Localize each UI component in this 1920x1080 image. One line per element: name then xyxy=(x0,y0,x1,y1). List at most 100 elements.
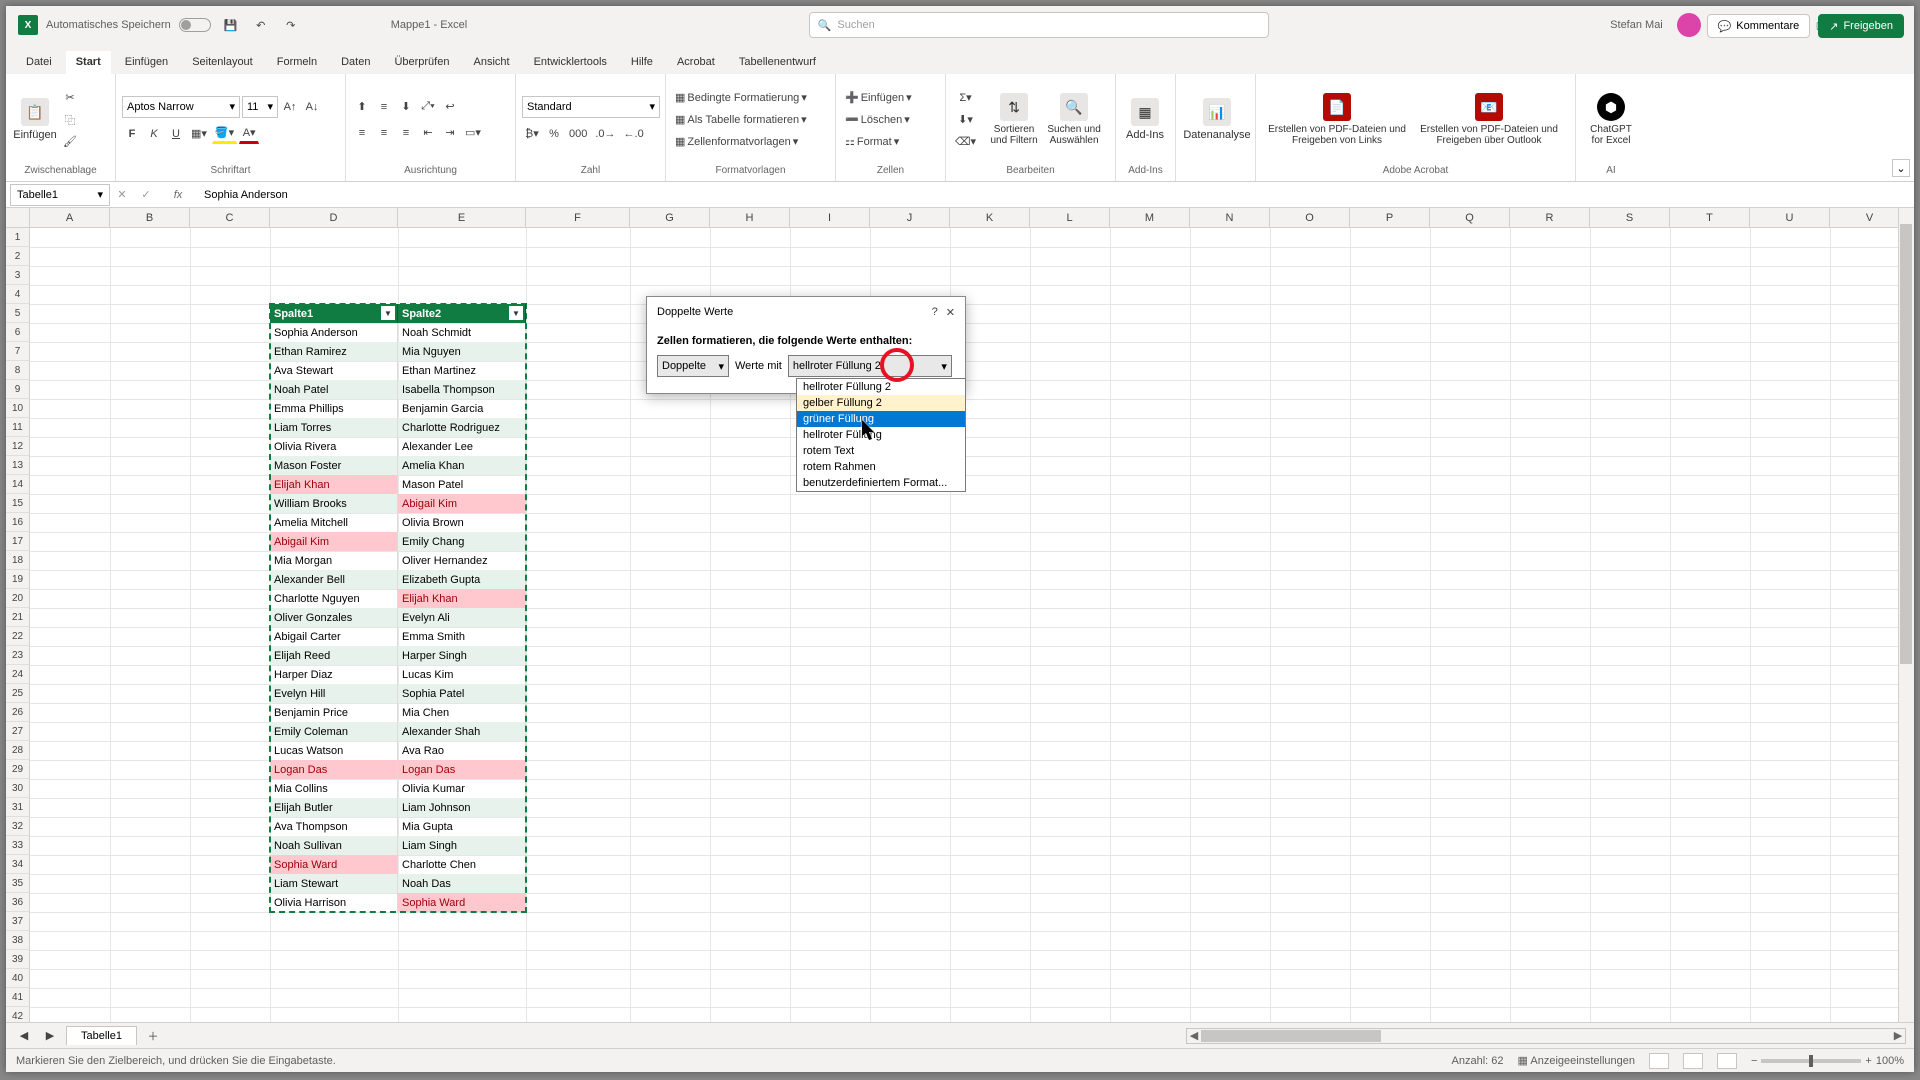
table-cell[interactable]: Noah Patel xyxy=(270,380,398,399)
align-right-icon[interactable]: ≡ xyxy=(396,123,416,143)
row-header[interactable]: 31 xyxy=(6,798,30,817)
table-cell[interactable]: Noah Sullivan xyxy=(270,836,398,855)
orientation-icon[interactable]: ⤢▾ xyxy=(418,97,438,117)
chatgpt-button[interactable]: ⬢ChatGPT for Excel xyxy=(1582,91,1640,148)
table-cell[interactable]: Evelyn Ali xyxy=(398,608,526,627)
table-cell[interactable]: Ava Thompson xyxy=(270,817,398,836)
cancel-icon[interactable]: ✕ xyxy=(110,188,134,201)
border-icon[interactable]: ▦▾ xyxy=(188,124,210,144)
percent-icon[interactable]: % xyxy=(544,124,564,144)
col-header[interactable]: I xyxy=(790,208,870,227)
format-dropdown[interactable]: hellroter Füllung 2▾ xyxy=(788,355,952,377)
insert-cells-button[interactable]: ➕ Einfügen ▾ xyxy=(842,88,942,108)
filter-icon[interactable]: ▼ xyxy=(381,306,395,320)
fill-icon[interactable]: ⬇▾ xyxy=(952,110,979,130)
collapse-ribbon-icon[interactable]: ⌄ xyxy=(1892,159,1910,177)
delete-cells-button[interactable]: ➖ Löschen ▾ xyxy=(842,110,942,130)
row-header[interactable]: 20 xyxy=(6,589,30,608)
table-cell[interactable]: Abigail Carter xyxy=(270,627,398,646)
formula-input[interactable] xyxy=(198,184,1914,206)
table-cell[interactable]: Oliver Gonzales xyxy=(270,608,398,627)
row-header[interactable]: 1 xyxy=(6,228,30,247)
table-cell[interactable]: Elijah Butler xyxy=(270,798,398,817)
search-box[interactable]: 🔍 Suchen xyxy=(809,12,1269,38)
save-icon[interactable]: 💾 xyxy=(221,15,241,35)
table-cell[interactable]: Sophia Ward xyxy=(270,855,398,874)
vertical-scrollbar[interactable] xyxy=(1898,208,1914,1022)
cut-icon[interactable]: ✂ xyxy=(60,88,80,108)
tab-tabellenentwurf[interactable]: Tabellenentwurf xyxy=(729,51,826,74)
table-cell[interactable]: Benjamin Price xyxy=(270,703,398,722)
row-header[interactable]: 19 xyxy=(6,570,30,589)
row-header[interactable]: 10 xyxy=(6,399,30,418)
indent-dec-icon[interactable]: ⇤ xyxy=(418,123,438,143)
sheet-nav-next-icon[interactable]: ▶ xyxy=(40,1026,60,1046)
table-cell[interactable]: Charlotte Chen xyxy=(398,855,526,874)
col-header[interactable]: L xyxy=(1030,208,1110,227)
dropdown-option[interactable]: gelber Füllung 2 xyxy=(797,395,965,411)
font-name-combo[interactable]: Aptos Narrow▾ xyxy=(122,96,240,118)
table-header[interactable]: Spalte2▼ xyxy=(398,304,526,323)
row-header[interactable]: 11 xyxy=(6,418,30,437)
row-header[interactable]: 6 xyxy=(6,323,30,342)
tab-formeln[interactable]: Formeln xyxy=(267,51,327,74)
table-cell[interactable]: Liam Stewart xyxy=(270,874,398,893)
table-cell[interactable]: Charlotte Rodriguez xyxy=(398,418,526,437)
row-header[interactable]: 14 xyxy=(6,475,30,494)
table-cell[interactable]: Emma Smith xyxy=(398,627,526,646)
table-cell[interactable]: Elijah Reed xyxy=(270,646,398,665)
row-header[interactable]: 18 xyxy=(6,551,30,570)
table-cell[interactable]: Abigail Kim xyxy=(398,494,526,513)
addins-button[interactable]: ▦Add-Ins xyxy=(1122,96,1168,143)
name-box[interactable]: Tabelle1▾ xyxy=(10,184,110,206)
currency-icon[interactable]: ₿▾ xyxy=(522,124,542,144)
col-header[interactable]: F xyxy=(526,208,630,227)
table-cell[interactable]: Emma Phillips xyxy=(270,399,398,418)
horizontal-scrollbar[interactable]: ◀▶ xyxy=(1186,1028,1906,1044)
col-header[interactable]: E xyxy=(398,208,526,227)
dropdown-option[interactable]: benutzerdefiniertem Format... xyxy=(797,475,965,491)
row-header[interactable]: 16 xyxy=(6,513,30,532)
enter-icon[interactable]: ✓ xyxy=(134,188,158,201)
col-header[interactable]: T xyxy=(1670,208,1750,227)
table-cell[interactable]: Mia Nguyen xyxy=(398,342,526,361)
row-header[interactable]: 38 xyxy=(6,931,30,950)
row-header[interactable]: 21 xyxy=(6,608,30,627)
align-center-icon[interactable]: ≡ xyxy=(374,123,394,143)
table-cell[interactable]: Liam Torres xyxy=(270,418,398,437)
table-cell[interactable]: Mason Patel xyxy=(398,475,526,494)
row-header[interactable]: 40 xyxy=(6,969,30,988)
row-header[interactable]: 25 xyxy=(6,684,30,703)
dropdown-option[interactable]: rotem Text xyxy=(797,443,965,459)
table-cell[interactable]: Evelyn Hill xyxy=(270,684,398,703)
row-header[interactable]: 33 xyxy=(6,836,30,855)
table-cell[interactable]: Sophia Patel xyxy=(398,684,526,703)
table-cell[interactable]: Liam Singh xyxy=(398,836,526,855)
undo-icon[interactable]: ↶ xyxy=(251,15,271,35)
data-analysis-button[interactable]: 📊Datenanalyse xyxy=(1182,96,1252,143)
page-layout-view-icon[interactable] xyxy=(1683,1053,1703,1069)
sheet-tab[interactable]: Tabelle1 xyxy=(66,1026,137,1045)
row-header[interactable]: 29 xyxy=(6,760,30,779)
sort-filter-button[interactable]: ⇅Sortieren und Filtern xyxy=(985,91,1043,148)
row-header[interactable]: 36 xyxy=(6,893,30,912)
table-cell[interactable]: Noah Schmidt xyxy=(398,323,526,342)
table-cell[interactable]: Mia Morgan xyxy=(270,551,398,570)
table-cell[interactable]: Alexander Bell xyxy=(270,570,398,589)
table-cell[interactable]: Alexander Lee xyxy=(398,437,526,456)
row-header[interactable]: 3 xyxy=(6,266,30,285)
table-cell[interactable]: Harper Diaz xyxy=(270,665,398,684)
merge-icon[interactable]: ▭▾ xyxy=(462,123,484,143)
row-header[interactable]: 37 xyxy=(6,912,30,931)
table-cell[interactable]: Benjamin Garcia xyxy=(398,399,526,418)
table-cell[interactable]: Logan Das xyxy=(270,760,398,779)
row-header[interactable]: 32 xyxy=(6,817,30,836)
avatar[interactable] xyxy=(1677,13,1701,37)
table-cell[interactable]: Amelia Mitchell xyxy=(270,513,398,532)
table-cell[interactable]: Ava Rao xyxy=(398,741,526,760)
row-header[interactable]: 30 xyxy=(6,779,30,798)
row-header[interactable]: 12 xyxy=(6,437,30,456)
table-cell[interactable]: Emily Coleman xyxy=(270,722,398,741)
table-cell[interactable]: Sophia Anderson xyxy=(270,323,398,342)
table-cell[interactable]: Olivia Harrison xyxy=(270,893,398,912)
